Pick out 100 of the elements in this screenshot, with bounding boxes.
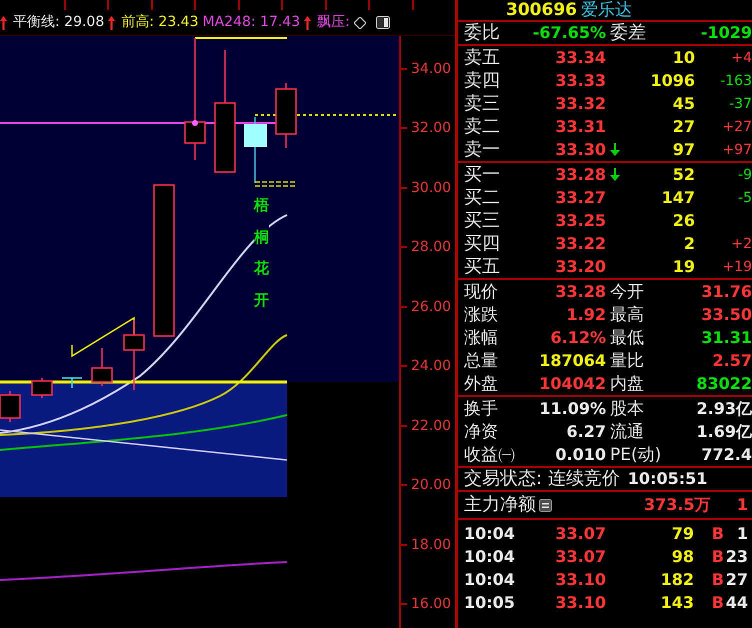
change-text: +27 <box>721 120 752 134</box>
tick-side: B <box>710 548 724 564</box>
volume-text: 1096 <box>649 72 695 88</box>
price-text: 33.20 <box>554 258 606 274</box>
price-text: 33.34 <box>554 50 606 66</box>
change-text: +19 <box>721 260 752 274</box>
stat-value: 31.76 <box>700 284 752 300</box>
price-text: 33.30 <box>554 142 606 158</box>
trading-status: 交易状态: 连续竞价 <box>464 470 620 488</box>
stat-label: 净资 <box>464 422 499 442</box>
panel-toggle-icon[interactable] <box>376 16 390 29</box>
tick-side: B <box>710 594 724 610</box>
change-text: -9 <box>737 168 752 182</box>
tick-side: B <box>710 526 724 542</box>
volume-text: 147 <box>660 190 695 206</box>
tick-price: 33.07 <box>554 526 606 542</box>
volume-text: 2 <box>682 236 695 252</box>
axis-label: 34.00 <box>411 62 452 76</box>
tick-extra: 44 <box>724 594 748 610</box>
candle <box>244 117 267 183</box>
stat-label: 量比 <box>609 350 645 370</box>
tick-side: B <box>710 572 724 588</box>
axis-label: 18.00 <box>411 538 452 552</box>
price-text: 33.28 <box>554 166 606 182</box>
level-label: 买四 <box>464 234 501 252</box>
tick-time: 10:05 <box>464 594 516 610</box>
diamond-icon <box>354 16 366 28</box>
axis-label: 22.00 <box>411 418 452 433</box>
stat-value: 33.50 <box>700 306 752 322</box>
status-time: 10:05:51 <box>628 471 708 487</box>
stat-value: 187064 <box>538 352 606 368</box>
candle <box>123 320 145 390</box>
stat-value: 6.27 <box>566 424 606 440</box>
tick-price: 33.10 <box>554 572 606 588</box>
main-force-value: 373.5万 <box>644 497 711 513</box>
stat-label: 股本 <box>609 398 645 418</box>
change-text: -163 <box>719 74 752 88</box>
volume-text: 26 <box>672 212 695 228</box>
axis-label: 24.00 <box>411 359 452 374</box>
stat-label: 现价 <box>464 282 499 302</box>
level-label: 卖二 <box>464 118 501 136</box>
main-force-extra: 1 <box>736 497 749 513</box>
stat-value: 1.69亿 <box>696 424 752 440</box>
level-label: 买五 <box>464 258 501 276</box>
stat-label: 换手 <box>464 398 499 418</box>
stat-value: 83022 <box>695 376 752 392</box>
axis-label: 26.00 <box>411 300 452 314</box>
tick-volume: 182 <box>660 572 694 588</box>
axis-label: 20.00 <box>411 478 452 492</box>
tick-extra: 27 <box>724 572 748 588</box>
ratio-value: -1029 <box>700 25 752 41</box>
price-text: 33.22 <box>554 236 606 252</box>
price-text: 33.25 <box>554 212 606 228</box>
change-text: +97 <box>721 142 752 156</box>
tick-time: 10:04 <box>464 548 516 564</box>
ratio-value: -67.65% <box>532 25 606 41</box>
axis-label: 30.00 <box>411 180 452 195</box>
stat-label: 收益㈠ <box>464 444 516 464</box>
stat-value: 772.4 <box>700 446 752 462</box>
level-label: 买一 <box>464 166 501 184</box>
tick-extra: 23 <box>724 548 748 564</box>
main-force-label: 主力净额 <box>464 496 536 514</box>
stat-value: 11.09% <box>538 400 606 416</box>
tick-time: 10:04 <box>464 526 516 542</box>
tick-price: 33.07 <box>554 548 606 564</box>
indicator-text: 前高: 23.43 <box>121 13 198 32</box>
stock-code: 300696 <box>506 0 577 20</box>
stat-label: 最低 <box>609 328 645 348</box>
collapse-icon[interactable] <box>539 498 552 512</box>
stat-label: 外盘 <box>464 374 499 394</box>
tick-volume: 79 <box>670 526 694 542</box>
level-label: 买三 <box>464 212 501 230</box>
ratio-label: 委比 <box>464 24 501 42</box>
change-text: +4 <box>730 50 752 64</box>
level-label: 卖一 <box>464 140 501 158</box>
tick-volume: 143 <box>660 594 694 610</box>
candle <box>0 391 21 422</box>
axis-label: 32.00 <box>411 121 452 136</box>
stat-value: 33.28 <box>554 284 606 300</box>
level-label: 买二 <box>464 188 501 206</box>
change-text: -37 <box>728 96 752 110</box>
stat-label: 今开 <box>609 282 645 302</box>
tick-extra: 1 <box>736 526 748 542</box>
stat-value: 2.57 <box>712 352 752 368</box>
volume-text: 97 <box>672 142 695 158</box>
stat-label: 涨幅 <box>464 328 499 348</box>
volume-text: 52 <box>672 166 695 182</box>
stock-name: 爱乐达 <box>580 0 632 20</box>
volume-text: 19 <box>672 258 695 274</box>
stat-label: 最高 <box>609 304 645 324</box>
candle <box>91 348 113 386</box>
price-text: 33.33 <box>554 72 606 88</box>
level-label: 卖三 <box>464 94 501 112</box>
stat-label: 内盘 <box>609 374 645 394</box>
stat-value: 6.12% <box>549 330 606 346</box>
level-label: 卖五 <box>464 48 501 66</box>
indicator-text: 飘压: <box>317 13 350 32</box>
stat-value: 0.010 <box>554 446 606 462</box>
stat-value: 31.31 <box>700 330 752 346</box>
candle <box>275 83 297 148</box>
